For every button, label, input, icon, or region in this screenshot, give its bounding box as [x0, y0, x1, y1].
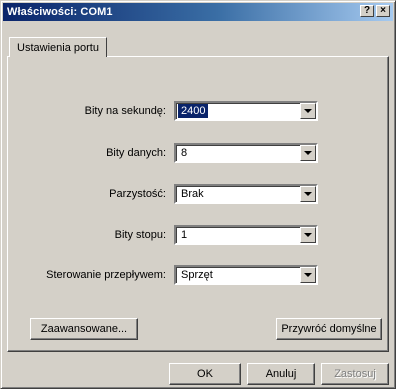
baud-rate-row: Bity na sekundę: 2400: [8, 101, 388, 121]
advanced-button-label: Zaawansowane...: [40, 323, 128, 335]
chevron-down-icon[interactable]: [300, 267, 316, 283]
restore-defaults-button[interactable]: Przywróć domyślne: [276, 318, 382, 340]
apply-button-label: Zastosuj: [334, 368, 376, 380]
flow-control-value: Sprzęt: [181, 269, 213, 281]
help-button[interactable]: ?: [360, 5, 374, 17]
data-bits-value: 8: [181, 147, 188, 159]
ok-button-label: OK: [197, 368, 213, 380]
tab-panel: Bity na sekundę: 2400 Bity danych: 8 Par…: [7, 56, 389, 352]
cancel-button[interactable]: Anuluj: [247, 363, 315, 385]
help-icon: ?: [363, 5, 371, 16]
cancel-button-label: Anuluj: [265, 368, 297, 380]
advanced-button[interactable]: Zaawansowane...: [30, 318, 138, 340]
flow-control-row: Sterowanie przepływem: Sprzęt: [8, 265, 388, 285]
close-icon: ×: [380, 5, 386, 16]
window-title: Właściwości: COM1: [7, 6, 113, 18]
data-bits-label: Bity danych:: [106, 147, 166, 159]
restore-defaults-button-label: Przywróć domyślne: [281, 323, 377, 335]
parity-label: Parzystość:: [109, 188, 166, 200]
apply-button[interactable]: Zastosuj: [321, 363, 389, 385]
chevron-down-icon[interactable]: [300, 227, 316, 243]
title-bar[interactable]: Właściwości: COM1 ? ×: [3, 3, 393, 21]
baud-rate-value: 2400: [178, 104, 209, 118]
baud-rate-select[interactable]: 2400: [174, 101, 318, 121]
data-bits-row: Bity danych: 8: [8, 143, 388, 163]
tab-port-settings[interactable]: Ustawienia portu: [9, 37, 107, 57]
flow-control-label: Sterowanie przepływem:: [46, 269, 166, 281]
stop-bits-label: Bity stopu:: [114, 229, 166, 241]
chevron-down-icon[interactable]: [300, 103, 316, 119]
data-bits-select[interactable]: 8: [174, 143, 318, 163]
close-button[interactable]: ×: [376, 5, 390, 17]
parity-row: Parzystość: Brak: [8, 184, 388, 204]
stop-bits-value: 1: [181, 229, 188, 241]
parity-value: Brak: [181, 188, 204, 200]
stop-bits-row: Bity stopu: 1: [8, 225, 388, 245]
chevron-down-icon[interactable]: [300, 186, 316, 202]
parity-select[interactable]: Brak: [174, 184, 318, 204]
flow-control-select[interactable]: Sprzęt: [174, 265, 318, 285]
baud-rate-label: Bity na sekundę:: [84, 105, 166, 117]
stop-bits-select[interactable]: 1: [174, 225, 318, 245]
ok-button[interactable]: OK: [169, 363, 241, 385]
properties-dialog: Właściwości: COM1 ? × Ustawienia portu B…: [0, 0, 396, 389]
chevron-down-icon[interactable]: [300, 145, 316, 161]
tab-label: Ustawienia portu: [17, 41, 99, 54]
